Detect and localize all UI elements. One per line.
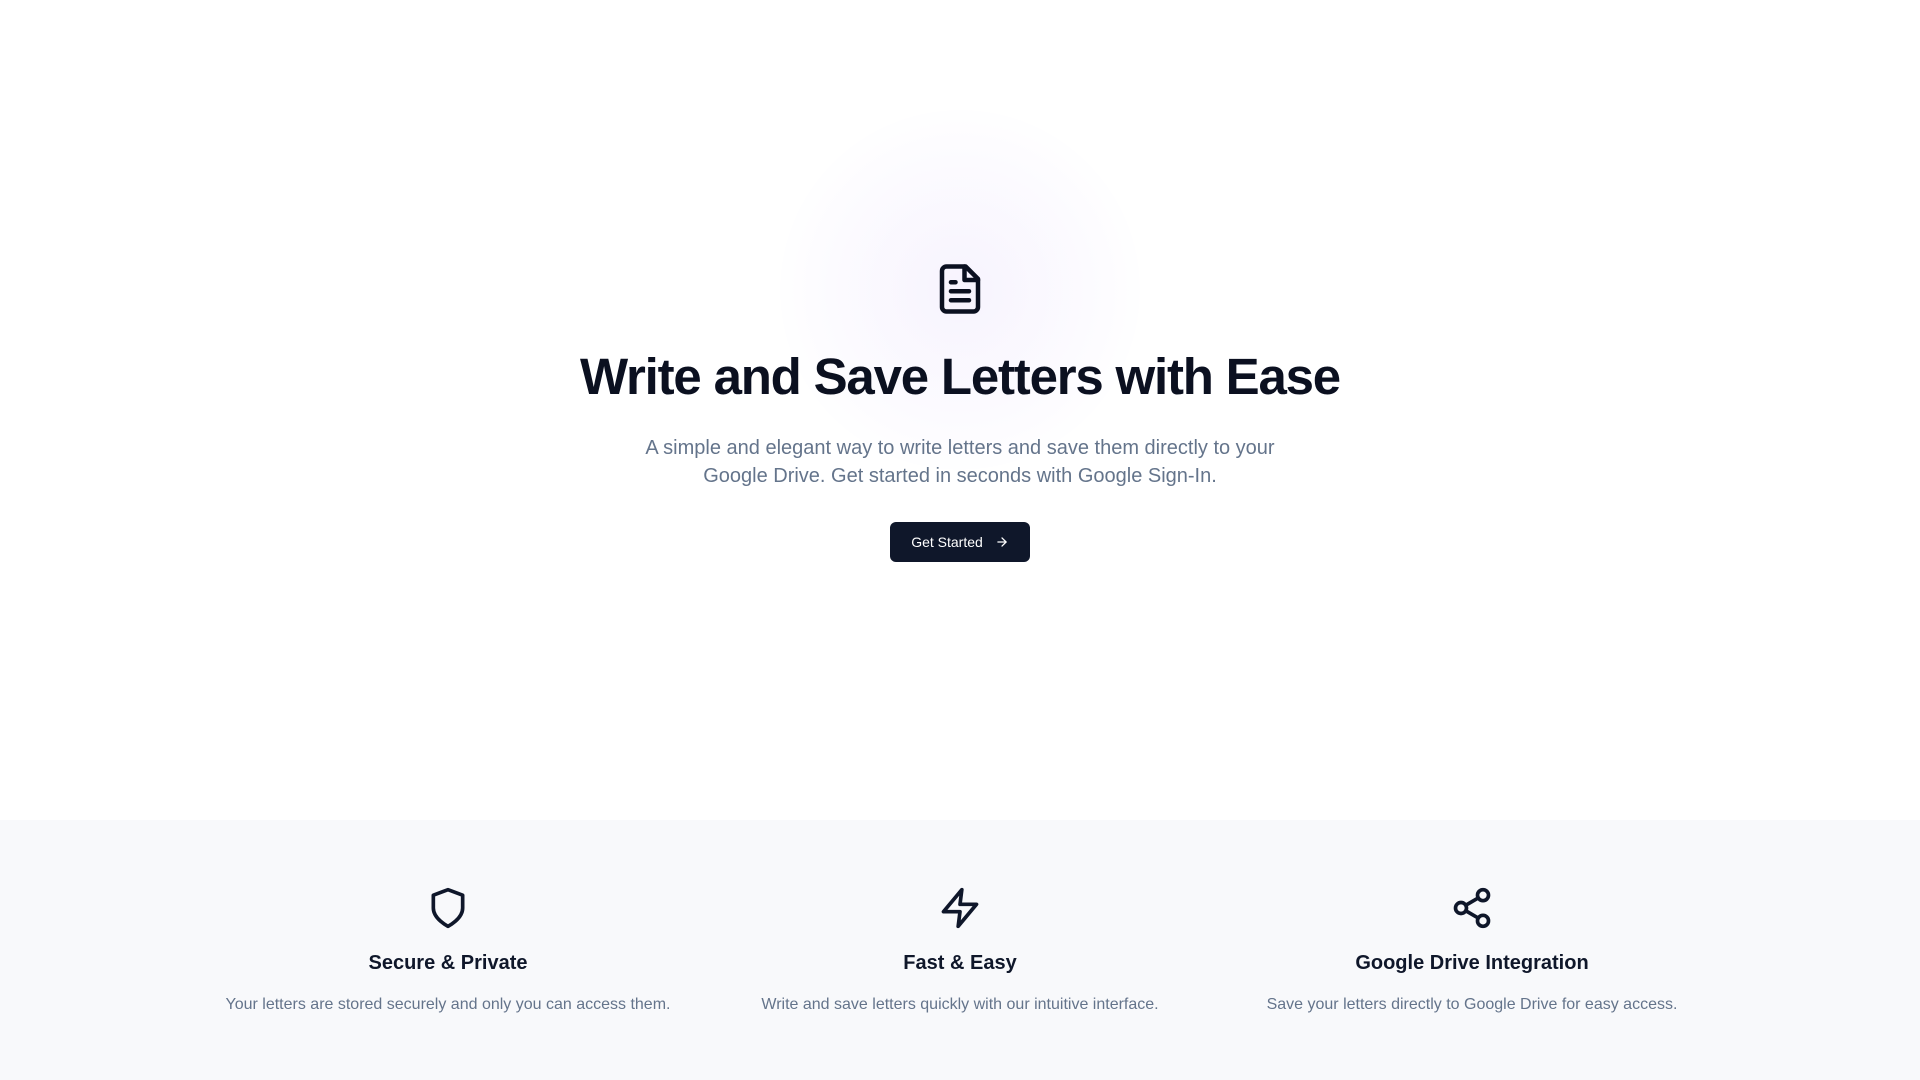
- landing-page: Write and Save Letters with Ease A simpl…: [0, 0, 1920, 1080]
- share-icon: [1448, 884, 1496, 932]
- features-section: Secure & Private Your letters are stored…: [0, 820, 1920, 1080]
- page-title: Write and Save Letters with Ease: [580, 348, 1341, 405]
- get-started-button[interactable]: Get Started: [890, 522, 1030, 562]
- feature-title: Fast & Easy: [903, 952, 1017, 974]
- hero-subtitle: A simple and elegant way to write letter…: [645, 437, 1275, 487]
- feature-description: Write and save letters quickly with our …: [761, 996, 1159, 1013]
- shield-icon: [424, 884, 472, 932]
- feature-title: Secure & Private: [368, 952, 528, 974]
- feature-title: Google Drive Integration: [1355, 952, 1589, 974]
- arrow-right-icon: [995, 535, 1009, 549]
- feature-description: Save your letters directly to Google Dri…: [1266, 996, 1678, 1013]
- zap-icon: [936, 884, 984, 932]
- feature-description: Your letters are stored securely and onl…: [225, 996, 671, 1013]
- get-started-label: Get Started: [911, 534, 983, 550]
- file-text-icon: [930, 256, 990, 322]
- hero-section: Write and Save Letters with Ease A simpl…: [0, 0, 1920, 820]
